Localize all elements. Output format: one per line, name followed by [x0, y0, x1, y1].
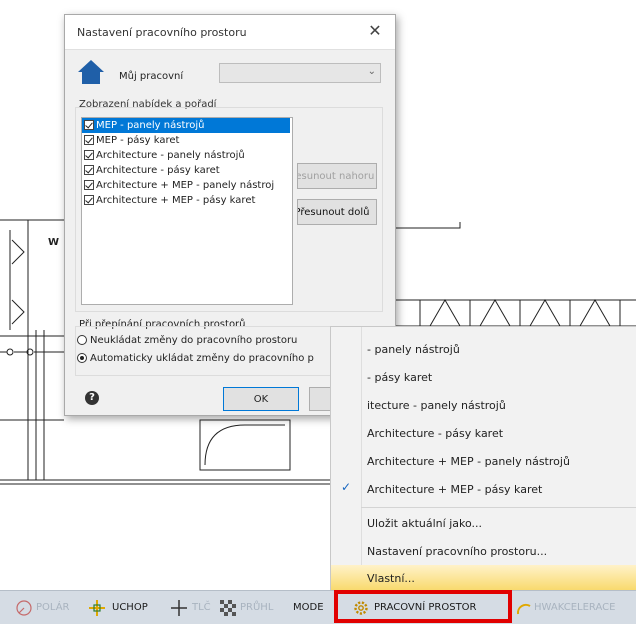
menu-item-save-current[interactable]: Uložit aktuální jako...: [367, 517, 482, 530]
dialog-title-bar[interactable]: Nastavení pracovního prostoru ✕: [65, 15, 395, 50]
list-item-label: MEP - pásy karet: [96, 135, 180, 146]
list-item[interactable]: MEP - panely nástrojů: [82, 118, 290, 133]
crosshair-icon[interactable]: [170, 599, 188, 617]
check-icon: ✓: [341, 480, 352, 494]
checkbox[interactable]: [84, 150, 94, 160]
move-down-button[interactable]: Přesunout dolů: [297, 199, 377, 225]
hardware-acceleration-icon[interactable]: [516, 600, 532, 616]
radio-auto-save[interactable]: [77, 353, 87, 363]
list-item[interactable]: MEP - pásy karet: [82, 133, 292, 148]
radio-dont-save-label: Neukládat změny do pracovního prostoru: [90, 335, 298, 346]
status-tlc[interactable]: TLČ: [192, 602, 211, 613]
workspace-combo[interactable]: ⌄: [219, 63, 381, 83]
radio-dont-save[interactable]: [77, 335, 87, 345]
menu-item-mep-toolbars[interactable]: - panely nástrojů: [367, 343, 460, 356]
menu-item-arch-toolbars[interactable]: itecture - panely nástrojů: [367, 399, 506, 412]
list-item[interactable]: Architecture - panely nástrojů: [82, 148, 292, 163]
status-polar[interactable]: POLÁR: [36, 602, 70, 613]
chevron-down-icon: ⌄: [367, 66, 376, 77]
menu-order-listbox[interactable]: MEP - panely nástrojů MEP - pásy karet A…: [81, 117, 293, 305]
list-item-label: Architecture + MEP - pásy karet: [96, 195, 256, 206]
close-icon[interactable]: ✕: [365, 21, 385, 40]
checkbox[interactable]: [84, 195, 94, 205]
menu-item-arch-mep-ribbons[interactable]: Architecture + MEP - pásy karet: [367, 483, 542, 496]
help-icon[interactable]: ?: [85, 391, 99, 405]
status-snap[interactable]: UCHOP: [112, 602, 148, 613]
transparency-icon[interactable]: [220, 600, 236, 616]
dialog-title: Nastavení pracovního prostoru: [77, 26, 247, 39]
status-transparency[interactable]: PRŮHL: [240, 602, 273, 613]
list-item[interactable]: Architecture + MEP - panely nástroj: [82, 178, 292, 193]
list-item-label: MEP - panely nástrojů: [96, 120, 205, 131]
checkbox[interactable]: [84, 120, 94, 130]
radio-auto-save-label: Automaticky ukládat změny do pracovního …: [90, 353, 314, 364]
status-bar: POLÁR UCHOP TLČ PRŮHL MODE PRACOVNÍ PROS…: [0, 590, 636, 624]
polar-icon[interactable]: [16, 600, 32, 616]
list-item-label: Architecture + MEP - panely nástroj: [96, 180, 275, 191]
list-item[interactable]: Architecture + MEP - pásy karet: [82, 193, 292, 208]
menu-item-arch-mep-toolbars[interactable]: Architecture + MEP - panely nástrojů: [367, 455, 570, 468]
snap-icon[interactable]: [88, 599, 106, 617]
menu-item-custom[interactable]: Vlastní...: [367, 572, 415, 585]
menu-separator: [361, 507, 636, 508]
drawing-label-w: W: [48, 237, 59, 248]
move-up-button[interactable]: Přesunout nahoru: [297, 163, 377, 189]
ok-button[interactable]: OK: [223, 387, 299, 411]
checkbox[interactable]: [84, 135, 94, 145]
status-hw-acceleration[interactable]: HWAKCELERACE: [534, 602, 615, 613]
checkbox[interactable]: [84, 180, 94, 190]
menu-item-arch-ribbons[interactable]: Architecture - pásy karet: [367, 427, 503, 440]
house-icon: [78, 60, 104, 84]
workspace-label: Můj pracovní: [119, 71, 184, 82]
menu-gutter: [331, 327, 362, 591]
list-item-label: Architecture - pásy karet: [96, 165, 220, 176]
checkbox[interactable]: [84, 165, 94, 175]
list-item-label: Architecture - panely nástrojů: [96, 150, 245, 161]
list-item[interactable]: Architecture - pásy karet: [82, 163, 292, 178]
workspace-context-menu: - panely nástrojů - pásy karet itecture …: [330, 326, 636, 591]
status-model[interactable]: MODE: [293, 602, 324, 613]
menu-item-mep-ribbons[interactable]: - pásy karet: [367, 371, 432, 384]
menu-item-workspace-settings[interactable]: Nastavení pracovního prostoru...: [367, 545, 547, 558]
workspace-highlight-frame: [334, 590, 512, 623]
